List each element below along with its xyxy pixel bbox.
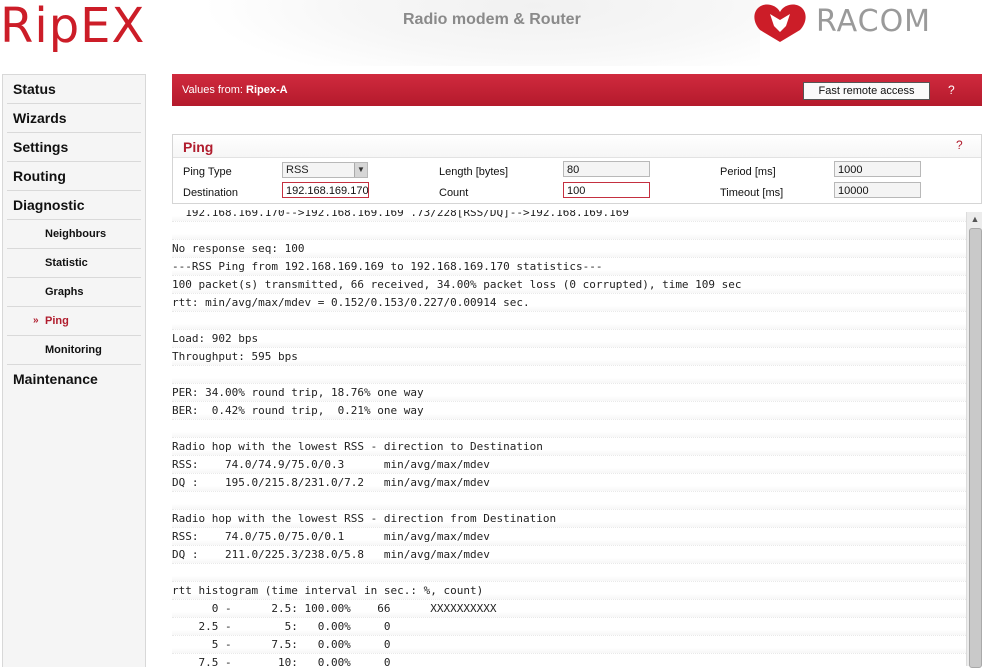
ping-type-value: RSS [286,164,309,176]
values-from-label: Values from: Ripex-A [182,84,288,96]
output-scrollbar[interactable]: ▲ [966,212,982,668]
sidebar-subitem-statistic[interactable]: Statistic [7,249,141,278]
period-input[interactable]: 1000 [834,161,921,177]
output-line: 100 packet(s) transmitted, 66 received, … [172,276,966,294]
values-bar-help-icon[interactable]: ? [948,83,955,97]
sidebar-item-status[interactable]: Status [7,75,141,104]
output-line: 5 - 7.5: 0.00% 0 [172,636,966,654]
destination-input[interactable]: 192.168.169.170 [282,182,369,198]
output-line [172,312,966,330]
output-line [172,420,966,438]
sidebar-item-routing[interactable]: Routing [7,162,141,191]
racom-wordmark: RACOM [816,4,932,39]
racom-logo: RACOM [748,2,982,42]
output-line: Radio hop with the lowest RSS - directio… [172,510,966,528]
output-line: 2.5 - 5: 0.00% 0 [172,618,966,636]
output-line: No response seq: 100 [172,240,966,258]
timeout-input[interactable]: 10000 [834,182,921,198]
output-line: 0 - 2.5: 100.00% 66 XXXXXXXXXX [172,600,966,618]
output-line: Throughput: 595 bps [172,348,966,366]
values-from-prefix: Values from: [182,84,243,96]
output-line: PER: 34.00% round trip, 18.76% one way [172,384,966,402]
ping-settings-panel: Ping ? Ping Type RSS ▼ Destination 192.1… [172,134,982,204]
output-line: RSS: 74.0/74.9/75.0/0.3 min/avg/max/mdev [172,456,966,474]
count-label: Count [439,187,469,199]
chevron-down-icon: ▼ [354,163,367,177]
ping-title: Ping [183,139,214,155]
count-input[interactable]: 100 [563,182,650,198]
scroll-up-arrow-icon[interactable]: ▲ [967,212,982,226]
header: RipEX Radio modem & Router RACOM [0,0,982,66]
sidebar-subitem-graphs[interactable]: Graphs [7,278,141,307]
output-line: ---RSS Ping from 192.168.169.169 to 192.… [172,258,966,276]
output-line [172,564,966,582]
scrollbar-thumb[interactable] [969,228,982,668]
output-line: Radio hop with the lowest RSS - directio… [172,438,966,456]
output-line: BER: 0.42% round trip, 0.21% one way [172,402,966,420]
ping-type-label: Ping Type [183,166,232,178]
length-label: Length [bytes] [439,166,509,178]
app-title: Radio modem & Router [403,11,581,28]
sidebar-subitem-ping-label: Ping [45,315,69,327]
output-line: rtt: min/avg/max/mdev = 0.152/0.153/0.22… [172,294,966,312]
sidebar-subitem-ping[interactable]: » Ping [7,307,141,336]
output-line: RSS: 74.0/75.0/75.0/0.1 min/avg/max/mdev [172,528,966,546]
sidebar-item-diagnostic[interactable]: Diagnostic [7,191,141,220]
output-line: Load: 902 bps [172,330,966,348]
output-line: DQ : 195.0/215.8/231.0/7.2 min/avg/max/m… [172,474,966,492]
sidebar-item-wizards[interactable]: Wizards [7,104,141,133]
output-line: DQ : 211.0/225.3/238.0/5.8 min/avg/max/m… [172,546,966,564]
output-line [172,492,966,510]
sidebar: Status Wizards Settings Routing Diagnost… [2,74,146,667]
length-input[interactable]: 80 [563,161,650,177]
output-line [172,366,966,384]
racom-mark-icon [754,4,806,42]
active-arrow-icon: » [33,315,39,326]
ping-output-console[interactable]: 192.168.169.170-->192.168.169.169 .73/22… [172,210,966,666]
ping-help-icon[interactable]: ? [956,138,963,152]
sidebar-subitem-monitoring[interactable]: Monitoring [7,336,141,365]
header-swoosh-decoration [200,0,760,66]
sidebar-subitem-neighbours[interactable]: Neighbours [7,220,141,249]
output-line [172,222,966,240]
sidebar-item-settings[interactable]: Settings [7,133,141,162]
output-line: 7.5 - 10: 0.00% 0 [172,654,966,666]
destination-label: Destination [183,187,239,199]
values-from-device: Ripex-A [246,84,288,96]
output-line: 192.168.169.170-->192.168.169.169 .73/22… [172,210,966,222]
ripex-logo: RipEX [0,0,146,54]
ping-title-row: Ping ? [173,135,981,158]
period-label: Period [ms] [720,166,776,178]
output-line: rtt histogram (time interval in sec.: %,… [172,582,966,600]
ping-type-select[interactable]: RSS ▼ [282,162,368,178]
fast-remote-access-button[interactable]: Fast remote access [803,82,930,100]
sidebar-item-maintenance[interactable]: Maintenance [7,365,141,393]
values-from-bar: Values from: Ripex-A Fast remote access … [172,74,982,106]
timeout-label: Timeout [ms] [720,187,784,199]
